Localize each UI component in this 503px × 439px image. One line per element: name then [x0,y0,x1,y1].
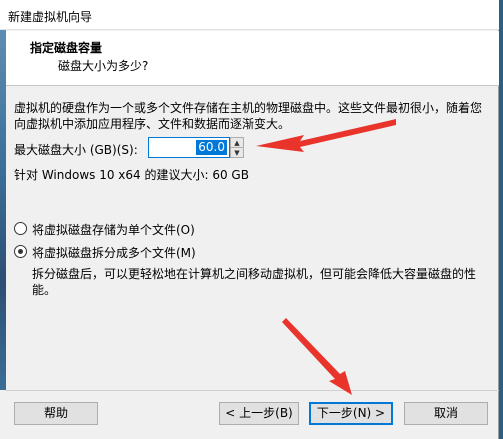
spin-up-icon[interactable]: ▲ [231,138,243,148]
disk-size-spinner[interactable]: ▲ ▼ [230,137,244,158]
disk-size-value: 60.0 [196,140,227,155]
radio-single-file-label[interactable]: 将虚拟磁盘存储为单个文件(O) [32,221,195,238]
disk-size-input[interactable]: 60.0 [148,137,230,158]
cancel-button[interactable]: 取消 [404,402,488,425]
wizard-content: 虚拟机的硬盘作为一个或多个文件存储在主机的物理磁盘中。这些文件最初很小，随着您向… [6,86,499,391]
next-button[interactable]: 下一步(N) > [309,402,393,425]
spin-down-icon[interactable]: ▼ [231,148,243,158]
radio-multiple-files-label[interactable]: 将虚拟磁盘拆分成多个文件(M) [32,244,196,261]
back-button[interactable]: < 上一步(B) [219,402,299,425]
radio-circle[interactable] [14,222,27,235]
new-vm-wizard-window: 新建虚拟机向导 指定磁盘容量 磁盘大小为多少? 虚拟机的硬盘作为一个或多个文件存… [0,0,499,439]
split-note: 拆分磁盘后，可以更轻松地在计算机之间移动虚拟机，但可能会降低大容量磁盘的性能。 [32,267,477,297]
title-bar: 新建虚拟机向导 [0,0,499,30]
background-strip-left [0,30,6,390]
header-subtitle: 磁盘大小为多少? [58,59,149,73]
footer-divider [6,390,499,391]
header-title: 指定磁盘容量 [30,41,103,55]
wizard-header: 指定磁盘容量 磁盘大小为多少? [6,31,499,86]
background-strip-right [499,0,503,439]
window-title: 新建虚拟机向导 [8,10,93,24]
radio-circle-checked[interactable] [14,245,27,258]
disk-size-label: 最大磁盘大小 (GB)(S): [14,143,138,157]
disk-size-row: 最大磁盘大小 (GB)(S): 60.0 ▲ ▼ [14,137,274,159]
help-button[interactable]: 帮助 [14,402,98,425]
recommended-size-text: 针对 Windows 10 x64 的建议大小: 60 GB [14,168,249,182]
disk-description: 虚拟机的硬盘作为一个或多个文件存储在主机的物理磁盘中。这些文件最初很小，随着您向… [14,101,483,131]
